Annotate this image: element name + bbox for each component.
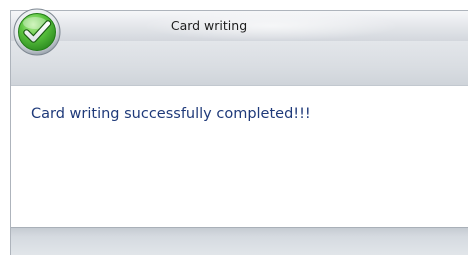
title-bar[interactable]: Card writing — [11, 11, 468, 41]
screen: Card writing Card writing successfully c… — [0, 0, 468, 255]
status-message: Card writing successfully completed!!! — [31, 106, 311, 122]
dialog-content: Card writing successfully completed!!! — [11, 86, 468, 227]
card-writing-dialog: Card writing Card writing successfully c… — [10, 10, 468, 255]
check-circle-icon — [13, 8, 61, 56]
footer-band — [11, 227, 468, 255]
window-title: Card writing — [170, 18, 248, 33]
header-band — [11, 41, 468, 86]
